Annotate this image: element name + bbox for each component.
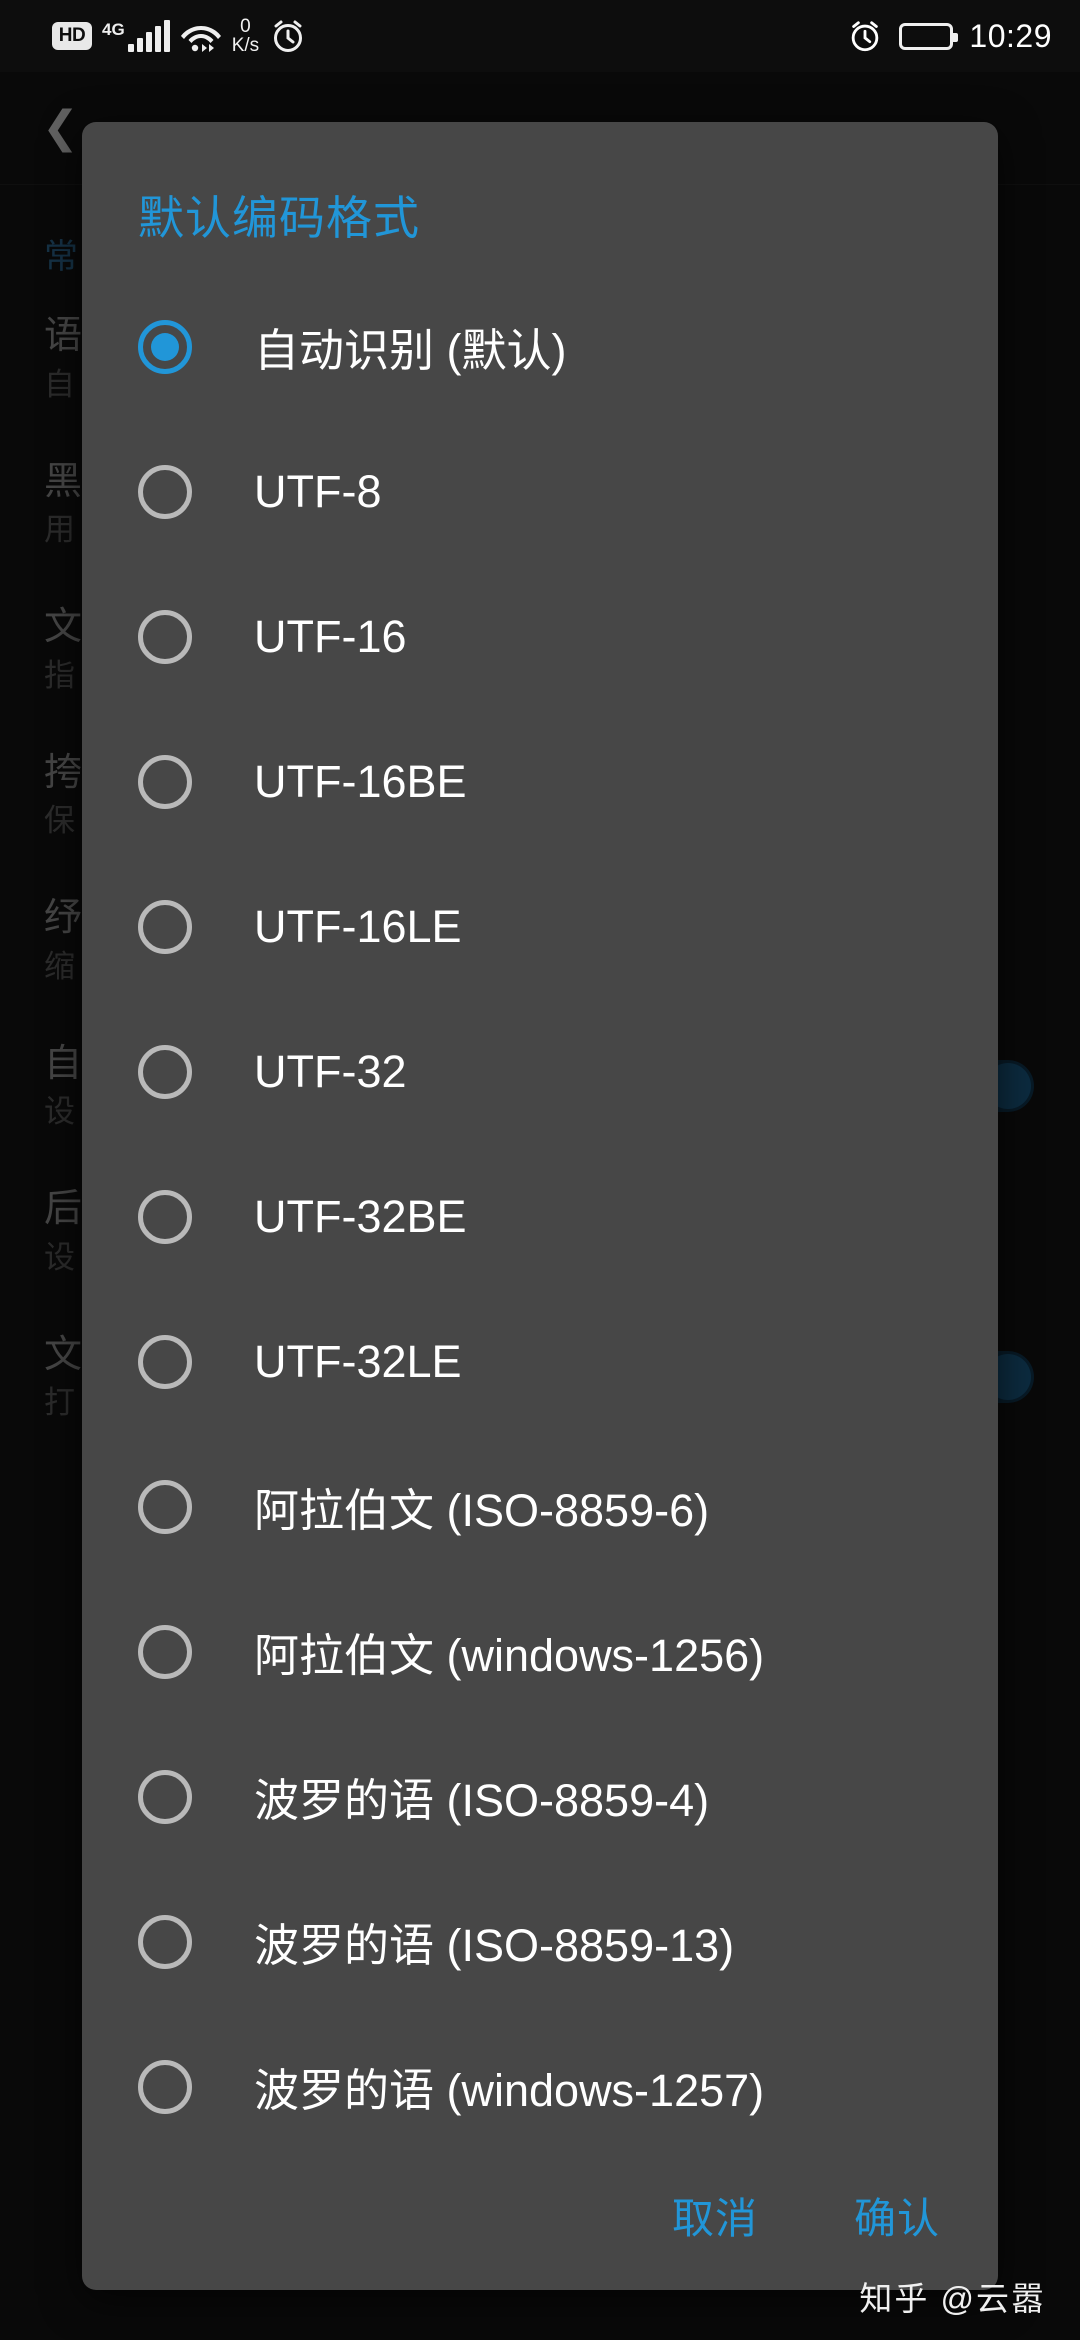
dialog-title: 默认编码格式 — [138, 192, 420, 244]
encoding-option-label: 波罗的语 (windows-1257) — [254, 2065, 765, 2116]
alarm-indicator-icon — [847, 18, 883, 54]
encoding-option-label: UTF-16BE — [254, 755, 467, 807]
cellular-signal-icon: 4G — [102, 19, 170, 52]
radio-button[interactable] — [138, 1044, 192, 1099]
radio-button[interactable] — [138, 1334, 192, 1389]
encoding-option-label: 波罗的语 (ISO-8859-4) — [254, 1775, 710, 1826]
encoding-option-label: 阿拉伯文 (windows-1256) — [254, 1630, 765, 1681]
radio-button[interactable] — [138, 1914, 192, 1969]
encoding-option[interactable]: 阿拉伯文 (ISO-8859-6) — [82, 1434, 998, 1579]
status-bar-clock: 10:29 — [969, 17, 1052, 54]
network-speed-indicator: 0 K/s — [231, 16, 260, 56]
encoding-option-label: UTF-32BE — [254, 1190, 467, 1242]
encoding-option[interactable]: UTF-32LE — [82, 1289, 998, 1434]
encoding-option-label: UTF-32 — [254, 1045, 407, 1097]
encoding-option-list[interactable]: 自动识别 (默认) UTF-8 UTF-16 UTF-16BE UTF-16LE UTF-… — [82, 274, 998, 2140]
radio-button[interactable] — [138, 1479, 192, 1534]
radio-button-selected[interactable] — [138, 319, 192, 374]
encoding-option[interactable]: 波罗的语 (ISO-8859-4) — [82, 1724, 998, 1869]
radio-button[interactable] — [138, 754, 192, 809]
radio-button[interactable] — [138, 1189, 192, 1244]
encoding-option-label: UTF-8 — [254, 465, 382, 517]
encoding-option-label: UTF-32LE — [254, 1335, 462, 1387]
encoding-option-label: 波罗的语 (ISO-8859-13) — [254, 1920, 735, 1971]
watermark: 知乎 @云嚣 — [859, 2280, 1046, 2317]
encoding-option[interactable]: UTF-16BE — [82, 709, 998, 854]
encoding-option[interactable]: UTF-16 — [82, 564, 998, 709]
encoding-option-label: 自动识别 (默认) — [254, 325, 567, 376]
alarm-clock-icon — [269, 17, 307, 55]
status-bar: HD 4G 0 K/s 10:29 — [0, 0, 1080, 72]
dialog-action-bar: 取消 确认 — [82, 2140, 998, 2290]
hd-icon: HD — [52, 22, 92, 50]
encoding-option[interactable]: 波罗的语 (ISO-8859-13) — [82, 1869, 998, 2014]
radio-button[interactable] — [138, 1769, 192, 1824]
status-bar-right: 10:29 — [847, 18, 1052, 55]
radio-button[interactable] — [138, 899, 192, 954]
radio-button[interactable] — [138, 2059, 192, 2114]
encoding-dialog: 默认编码格式 自动识别 (默认) UTF-8 UTF-16 UTF-16BE UTF-1… — [82, 122, 998, 2290]
radio-button[interactable] — [138, 609, 192, 664]
encoding-option-label: 阿拉伯文 (ISO-8859-6) — [254, 1485, 710, 1536]
encoding-option-label: UTF-16 — [254, 610, 407, 662]
encoding-option[interactable]: UTF-8 — [82, 419, 998, 564]
wifi-icon — [180, 19, 222, 53]
battery-icon — [899, 22, 959, 50]
encoding-option[interactable]: UTF-32 — [82, 999, 998, 1144]
radio-button[interactable] — [138, 464, 192, 519]
encoding-option[interactable]: UTF-16LE — [82, 854, 998, 999]
cancel-button[interactable]: 取消 — [666, 2175, 764, 2256]
status-bar-left: HD 4G 0 K/s — [52, 17, 307, 55]
confirm-button[interactable]: 确认 — [848, 2175, 946, 2256]
encoding-option[interactable]: 自动识别 (默认) — [82, 274, 998, 419]
encoding-option[interactable]: 阿拉伯文 (windows-1256) — [82, 1579, 998, 1724]
radio-button[interactable] — [138, 1624, 192, 1679]
phone-screen: ❮ 常 语自黑用文指挎保纾缩自设后设文打 默认编码格式 自动识别 (默认)UTF… — [0, 0, 1080, 2340]
encoding-option-label: UTF-16LE — [254, 900, 462, 952]
encoding-option[interactable]: 波罗的语 (windows-1257) — [82, 2014, 998, 2140]
encoding-option[interactable]: UTF-32BE — [82, 1144, 998, 1289]
